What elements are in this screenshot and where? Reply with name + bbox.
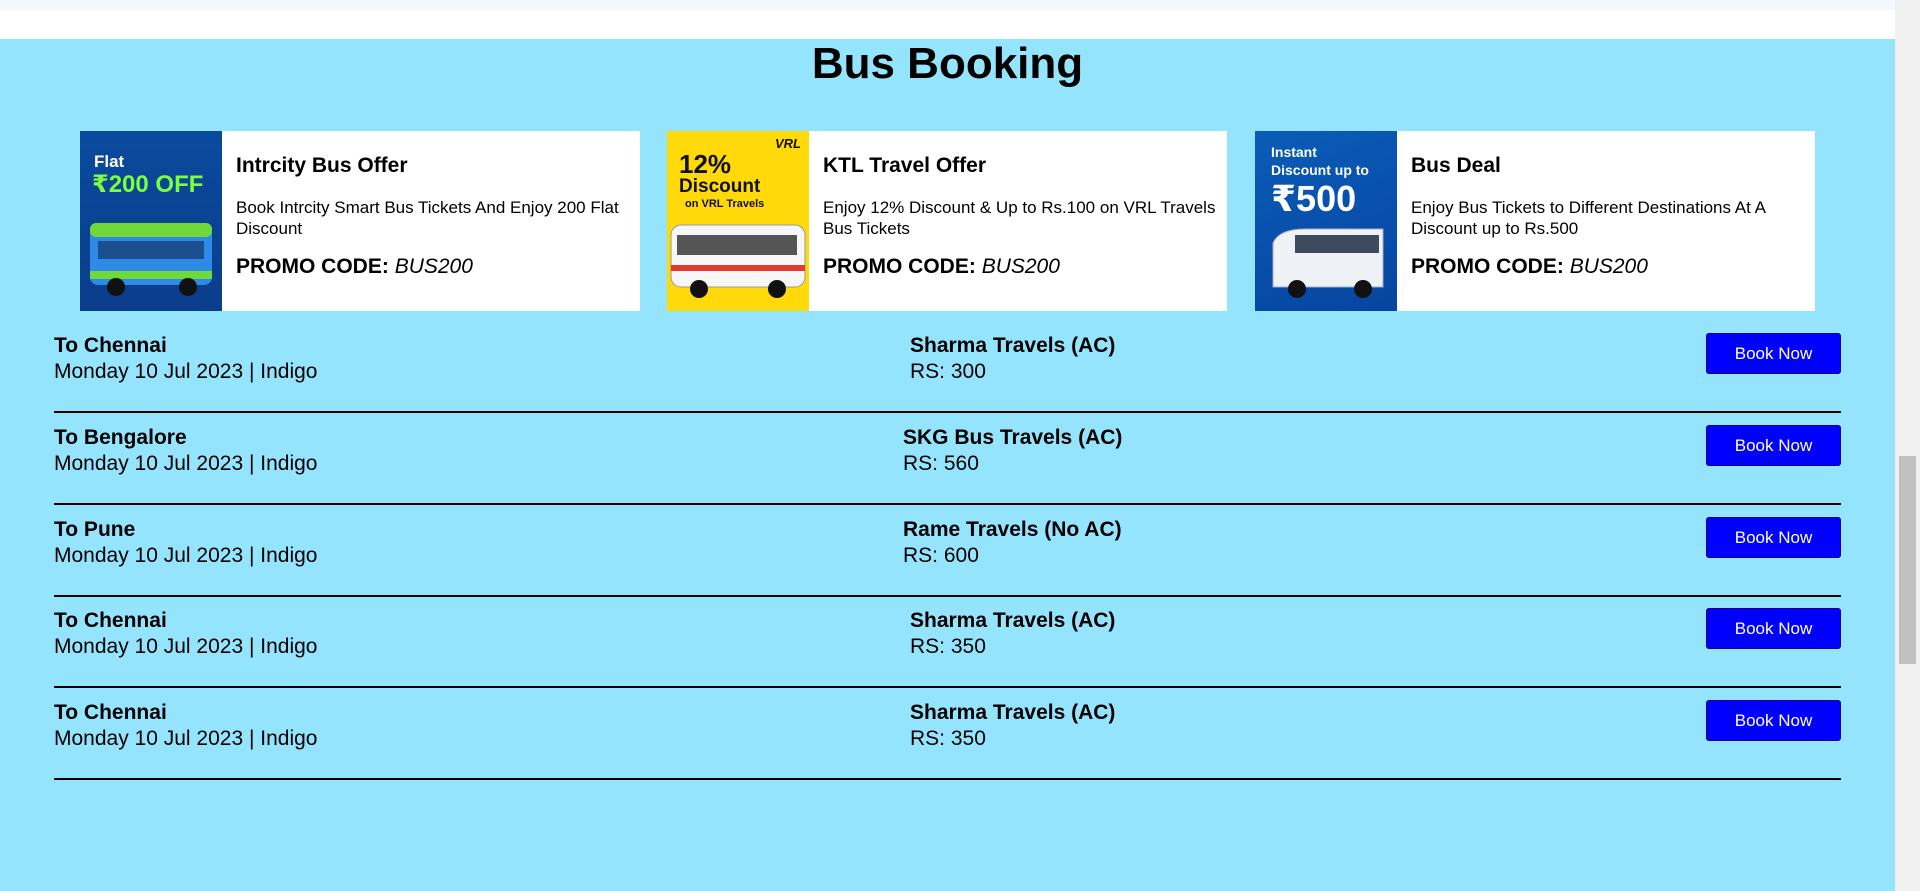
- promo-code-line: PROMO CODE: BUS200: [1411, 254, 1811, 280]
- offer-card-ktl: 12% Discount on VRL Travels VRL KTL Trav…: [667, 131, 1227, 311]
- promo-code-line: PROMO CODE: BUS200: [236, 254, 636, 280]
- promo-code: BUS200: [981, 255, 1060, 278]
- vertical-scrollbar[interactable]: [1895, 0, 1920, 891]
- fare: RS: 300: [910, 360, 986, 383]
- bus-icon: [90, 223, 212, 296]
- fare: RS: 350: [910, 635, 986, 658]
- bus-list-row: To Bengalore Monday 10 Jul 2023 | Indigo…: [54, 411, 1841, 505]
- top-strip: [0, 0, 1895, 10]
- bus-list-row: To Chennai Monday 10 Jul 2023 | Indigo S…: [54, 319, 1841, 413]
- book-now-button[interactable]: Book Now: [1706, 517, 1841, 558]
- travel-date: Monday 10 Jul 2023 | Indigo: [54, 544, 318, 567]
- ktl-travel-offer-image: 12% Discount on VRL Travels VRL: [667, 131, 809, 311]
- offer-title: Bus Deal: [1411, 154, 1501, 177]
- book-now-button[interactable]: Book Now: [1706, 425, 1841, 466]
- operator-name: Sharma Travels (AC): [910, 609, 1116, 632]
- destination: To Chennai: [54, 334, 167, 357]
- destination: To Chennai: [54, 609, 167, 632]
- destination: To Pune: [54, 518, 136, 541]
- travel-date: Monday 10 Jul 2023 | Indigo: [54, 452, 318, 475]
- fare: RS: 560: [903, 452, 979, 475]
- offer-title: KTL Travel Offer: [823, 154, 986, 177]
- offer-title: Intrcity Bus Offer: [236, 154, 408, 177]
- destination: To Bengalore: [54, 426, 187, 449]
- book-now-button[interactable]: Book Now: [1706, 333, 1841, 374]
- fare: RS: 600: [903, 544, 979, 567]
- offer-description: Book Intrcity Smart Bus Tickets And Enjo…: [236, 198, 619, 238]
- operator-name: Rame Travels (No AC): [903, 518, 1122, 541]
- bus-icon: [670, 224, 806, 298]
- bus-deal-image: Instant Discount up to ₹500: [1255, 131, 1397, 311]
- destination: To Chennai: [54, 701, 167, 724]
- travel-date: Monday 10 Jul 2023 | Indigo: [54, 360, 318, 383]
- travel-date: Monday 10 Jul 2023 | Indigo: [54, 727, 318, 750]
- promo-label: PROMO CODE:: [823, 255, 976, 278]
- operator-name: Sharma Travels (AC): [910, 701, 1116, 724]
- book-now-button[interactable]: Book Now: [1706, 700, 1841, 741]
- book-now-button[interactable]: Book Now: [1706, 608, 1841, 649]
- offer-description: Enjoy Bus Tickets to Different Destinati…: [1411, 198, 1766, 238]
- offer-description: Enjoy 12% Discount & Up to Rs.100 on VRL…: [823, 198, 1216, 238]
- scrollbar-thumb[interactable]: [1899, 456, 1916, 664]
- promo-code: BUS200: [394, 255, 473, 278]
- bus-icon: [1272, 228, 1384, 298]
- offer-card-intrcity: Flat ₹200 OFF Intrcity Bus Offer Book In…: [80, 131, 640, 311]
- promo-label: PROMO CODE:: [1411, 255, 1564, 278]
- promo-label: PROMO CODE:: [236, 255, 389, 278]
- operator-name: SKG Bus Travels (AC): [903, 426, 1123, 449]
- fare: RS: 350: [910, 727, 986, 750]
- bus-list-row: To Pune Monday 10 Jul 2023 | Indigo Rame…: [54, 503, 1841, 597]
- travel-date: Monday 10 Jul 2023 | Indigo: [54, 635, 318, 658]
- intrcity-bus-offer-image: Flat ₹200 OFF: [80, 131, 222, 311]
- bus-list-row: To Chennai Monday 10 Jul 2023 | Indigo S…: [54, 594, 1841, 688]
- bus-list-row: To Chennai Monday 10 Jul 2023 | Indigo S…: [54, 686, 1841, 780]
- operator-name: Sharma Travels (AC): [910, 334, 1116, 357]
- offer-card-bus-deal: Instant Discount up to ₹500 Bus Deal Enj…: [1255, 131, 1815, 311]
- page-title: Bus Booking: [811, 39, 1084, 88]
- promo-code: BUS200: [1569, 255, 1648, 278]
- promo-code-line: PROMO CODE: BUS200: [823, 254, 1223, 280]
